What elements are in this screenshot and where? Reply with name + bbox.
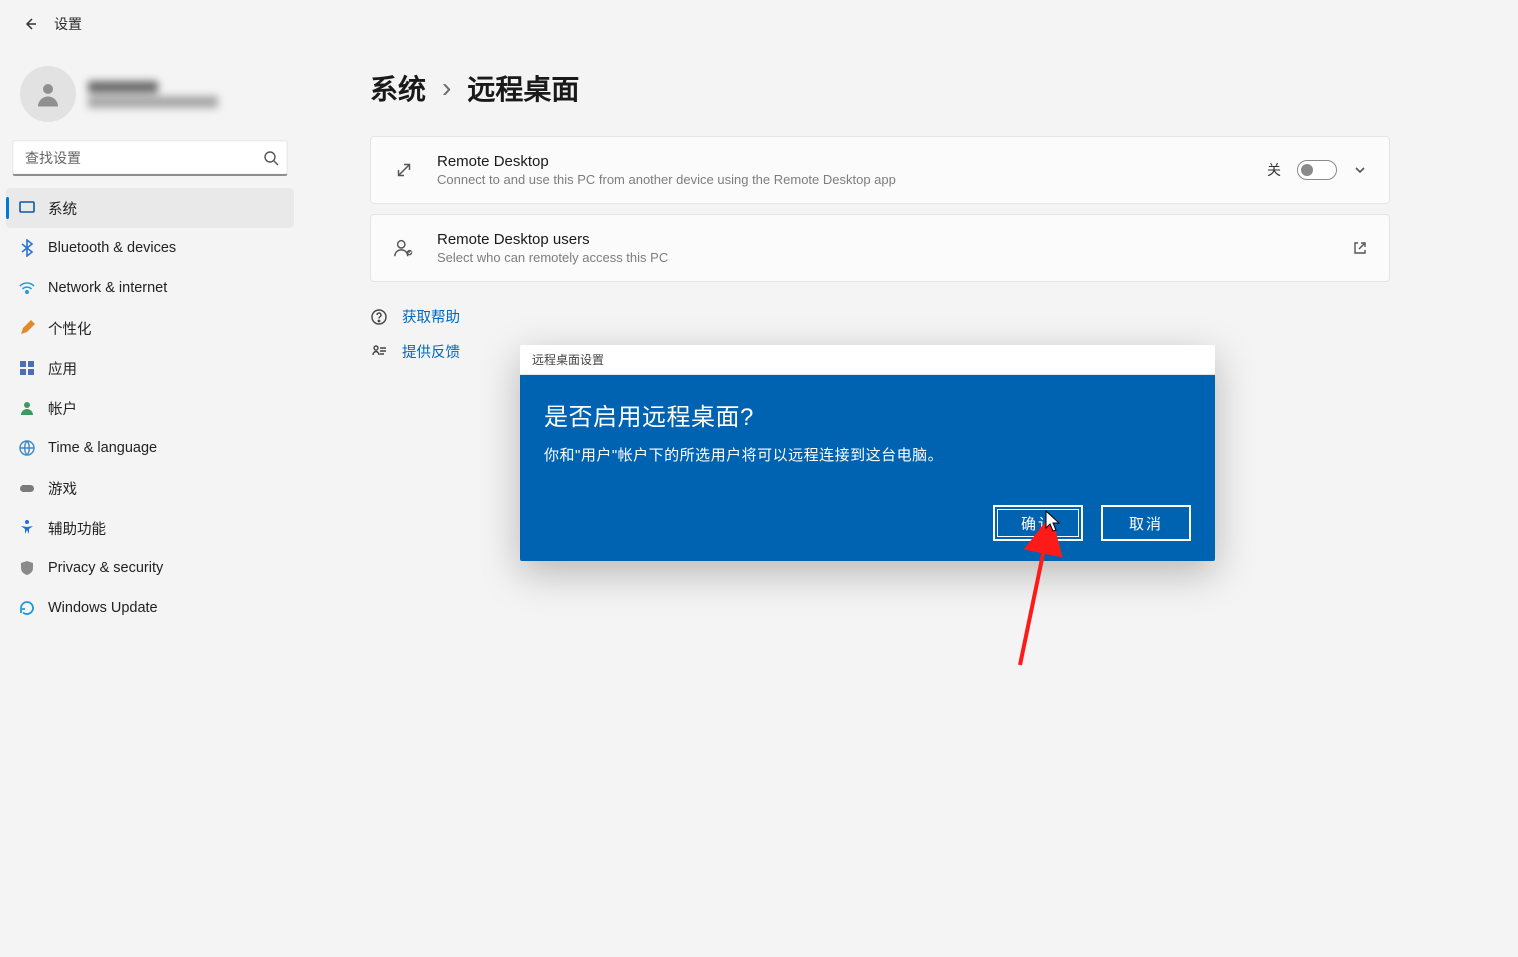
chevron-down-icon[interactable]	[1353, 163, 1367, 177]
back-arrow-icon	[22, 16, 38, 32]
search-input[interactable]	[23, 149, 263, 167]
nav-label: Bluetooth & devices	[48, 240, 176, 256]
remote-desktop-icon	[393, 159, 415, 181]
nav-item-time-language[interactable]: Time & language	[6, 428, 294, 468]
accessibility-icon	[18, 519, 36, 537]
title-bar: 设置	[0, 0, 82, 48]
dialog-buttons: 确认 取消	[544, 505, 1191, 541]
cancel-button[interactable]: 取消	[1101, 505, 1191, 541]
settings-window: 设置 系统	[0, 0, 1518, 957]
breadcrumb-current: 远程桌面	[467, 68, 579, 108]
pencil-icon	[18, 319, 36, 337]
apps-icon	[18, 359, 36, 377]
search-icon	[263, 150, 279, 166]
sidebar: 系统 Bluetooth & devices Network & interne…	[0, 48, 300, 628]
nav-item-windows-update[interactable]: Windows Update	[6, 588, 294, 628]
dialog-window-title: 远程桌面设置	[532, 351, 604, 368]
back-button[interactable]	[12, 6, 48, 42]
feedback-icon	[370, 343, 388, 361]
nav-label: 辅助功能	[48, 518, 106, 539]
card-title: Remote Desktop users	[437, 231, 1331, 248]
nav-item-apps[interactable]: 应用	[6, 348, 294, 388]
nav-item-accounts[interactable]: 帐户	[6, 388, 294, 428]
remote-desktop-confirm-dialog: 远程桌面设置 是否启用远程桌面? 你和"用户"帐户下的所选用户将可以远程连接到这…	[520, 345, 1215, 561]
gamepad-icon	[18, 479, 36, 497]
confirm-button[interactable]: 确认	[993, 505, 1083, 541]
user-profile[interactable]	[0, 58, 300, 140]
nav-label: 系统	[48, 198, 77, 219]
wifi-icon	[18, 279, 36, 297]
update-icon	[18, 599, 36, 617]
nav-item-bluetooth[interactable]: Bluetooth & devices	[6, 228, 294, 268]
link-label: 获取帮助	[402, 306, 460, 327]
nav-label: 帐户	[48, 398, 77, 419]
globe-icon	[18, 439, 36, 457]
nav-item-gaming[interactable]: 游戏	[6, 468, 294, 508]
nav-item-accessibility[interactable]: 辅助功能	[6, 508, 294, 548]
get-help-link[interactable]: 获取帮助	[370, 306, 1518, 327]
nav-item-personalization[interactable]: 个性化	[6, 308, 294, 348]
remote-desktop-toggle[interactable]	[1297, 160, 1337, 180]
nav-label: 游戏	[48, 478, 77, 499]
card-remote-desktop-users[interactable]: Remote Desktop users Select who can remo…	[370, 214, 1390, 282]
system-icon	[18, 199, 36, 217]
nav-label: Time & language	[48, 440, 157, 456]
nav-item-network[interactable]: Network & internet	[6, 268, 294, 308]
person-icon	[18, 399, 36, 417]
nav-label: Privacy & security	[48, 560, 163, 576]
breadcrumb-parent[interactable]: 系统	[370, 68, 426, 108]
link-label: 提供反馈	[402, 341, 460, 362]
search-box[interactable]	[12, 140, 288, 176]
open-external-icon	[1353, 241, 1367, 255]
nav-list: 系统 Bluetooth & devices Network & interne…	[0, 188, 300, 628]
toggle-state-label: 关	[1267, 160, 1281, 180]
nav-label: 个性化	[48, 318, 92, 339]
nav-label: Windows Update	[48, 600, 158, 616]
nav-label: 应用	[48, 358, 77, 379]
nav-item-system[interactable]: 系统	[6, 188, 294, 228]
help-icon	[370, 308, 388, 326]
person-icon	[33, 79, 63, 109]
card-remote-desktop[interactable]: Remote Desktop Connect to and use this P…	[370, 136, 1390, 204]
dialog-title-bar: 远程桌面设置	[520, 345, 1215, 375]
user-name-blurred	[88, 81, 218, 108]
dialog-body: 是否启用远程桌面? 你和"用户"帐户下的所选用户将可以远程连接到这台电脑。 确认…	[520, 375, 1215, 561]
dialog-message: 你和"用户"帐户下的所选用户将可以远程连接到这台电脑。	[544, 444, 1191, 465]
app-title: 设置	[54, 14, 82, 34]
breadcrumb: 系统 › 远程桌面	[370, 68, 1518, 108]
nav-item-privacy[interactable]: Privacy & security	[6, 548, 294, 588]
bluetooth-icon	[18, 239, 36, 257]
breadcrumb-separator-icon: ›	[442, 72, 451, 104]
shield-icon	[18, 559, 36, 577]
nav-label: Network & internet	[48, 280, 167, 296]
card-subtitle: Select who can remotely access this PC	[437, 250, 1331, 265]
card-title: Remote Desktop	[437, 153, 1245, 170]
users-icon	[393, 237, 415, 259]
dialog-heading: 是否启用远程桌面?	[544, 397, 1191, 432]
avatar	[20, 66, 76, 122]
card-subtitle: Connect to and use this PC from another …	[437, 172, 1245, 187]
